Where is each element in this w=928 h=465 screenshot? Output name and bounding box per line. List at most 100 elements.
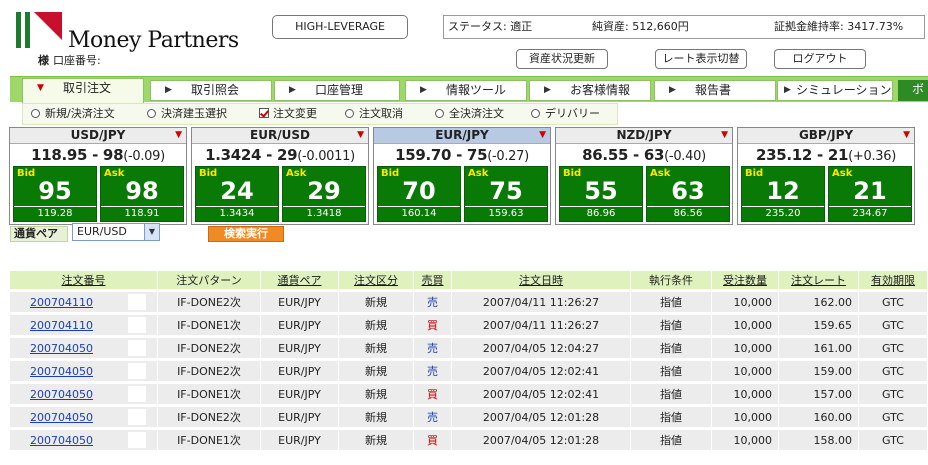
brand-name: Money Partners: [68, 28, 239, 53]
quantity: 10,000: [712, 315, 779, 335]
order-type: 新規: [339, 361, 414, 381]
logout-button[interactable]: ログアウト: [774, 49, 866, 69]
side: 買: [414, 315, 452, 335]
order-number-link[interactable]: 200704050: [30, 342, 93, 355]
dropdown-arrow-icon[interactable]: ▼: [539, 128, 546, 143]
expiry: GTC: [859, 361, 928, 381]
chevron-down-icon[interactable]: ▼: [144, 224, 159, 240]
tab-trade-order[interactable]: ▼ 取引注文: [22, 78, 144, 104]
side: 売: [414, 338, 452, 358]
order-number-link[interactable]: 200704110: [30, 296, 93, 309]
table-row[interactable]: 200704110 IF-DONE1次 EUR/JPY 新規 買 2007/04…: [10, 315, 928, 335]
tab-account-management[interactable]: ▶ 口座管理: [274, 80, 400, 101]
order-datetime: 2007/04/05 12:02:41: [452, 384, 631, 404]
tab-customer-info[interactable]: ▶ お客様情報: [529, 80, 651, 101]
bid-button[interactable]: Bid 12 235.20: [741, 166, 825, 222]
quantity: 10,000: [712, 361, 779, 381]
orders-table: 注文番号 注文パターン 通貨ペア 注文区分 売買 注文日時 執行条件 受注数量 …: [10, 268, 928, 453]
chevron-down-icon: ▼: [37, 83, 44, 93]
bid-button[interactable]: Bid 24 1.3434: [195, 166, 279, 222]
rate-panel-pair[interactable]: EUR/USD ▼: [192, 128, 368, 144]
submenu-modify-order[interactable]: 注文変更: [259, 106, 317, 122]
radio-icon: [531, 109, 540, 118]
currency-pair: EUR/JPY: [261, 361, 339, 381]
rate-quote: 159.70 - 75(-0.27): [395, 146, 529, 164]
col-order-rate[interactable]: 注文レート: [779, 271, 859, 289]
rate-panel-pair[interactable]: NZD/JPY ▼: [556, 128, 732, 144]
ask-button[interactable]: Ask 98 118.91: [100, 166, 184, 222]
dropdown-arrow-icon[interactable]: ▼: [903, 128, 910, 143]
col-currency-pair[interactable]: 通貨ペア: [261, 271, 339, 289]
currency-pair: EUR/JPY: [261, 338, 339, 358]
submenu-new-settle-order[interactable]: 新規/決済注文: [31, 106, 115, 122]
dropdown-arrow-icon[interactable]: ▼: [175, 128, 182, 143]
high-leverage-button[interactable]: HIGH-LEVERAGE: [272, 15, 408, 39]
order-type: 新規: [339, 407, 414, 427]
rate-panel-pair[interactable]: EUR/JPY ▼: [374, 128, 550, 144]
currency-pair: EUR/JPY: [261, 384, 339, 404]
order-number-link[interactable]: 200704050: [30, 434, 93, 447]
chevron-right-icon: ▶: [165, 85, 172, 95]
tab-reports[interactable]: ▶ 報告書: [654, 80, 776, 101]
dropdown-arrow-icon[interactable]: ▼: [721, 128, 728, 143]
table-row[interactable]: 200704110 IF-DONE2次 EUR/JPY 新規 売 2007/04…: [10, 292, 928, 312]
money-partners-logo-icon: [16, 12, 62, 48]
bid-button[interactable]: Bid 95 119.28: [13, 166, 97, 222]
pair-filter-label: 通貨ペア: [10, 226, 68, 242]
margin-ratio: 証拠金維持率: 3417.73%: [774, 20, 904, 33]
table-row[interactable]: 200704050 IF-DONE1次 EUR/JPY 新規 買 2007/04…: [10, 384, 928, 404]
col-order-datetime[interactable]: 注文日時: [452, 271, 631, 289]
order-number-link[interactable]: 200704050: [30, 411, 93, 424]
chevron-right-icon: ▶: [669, 85, 676, 95]
submenu-settle-all[interactable]: 全決済注文: [435, 106, 504, 122]
order-number-link[interactable]: 200704050: [30, 388, 93, 401]
submenu-select-position[interactable]: 決済建玉選択: [147, 106, 227, 122]
rate-display-toggle-button[interactable]: レート表示切替: [655, 49, 747, 69]
account-status-bar: ステータス: 適正 純資産: 512,660円 証拠金維持率: 3417.73%: [443, 15, 925, 39]
ask-button[interactable]: Ask 29 1.3418: [282, 166, 366, 222]
table-row[interactable]: 200704050 IF-DONE2次 EUR/JPY 新規 売 2007/04…: [10, 361, 928, 381]
order-type: 新規: [339, 338, 414, 358]
order-submenu: 新規/決済注文 決済建玉選択 注文変更 注文取消 全決済注文 デリバリー: [22, 103, 618, 125]
tab-simulation[interactable]: ▶ シミュレーション: [777, 80, 893, 101]
tab-info-tools[interactable]: ▶ 情報ツール: [405, 80, 527, 101]
ask-button[interactable]: Ask 63 86.56: [646, 166, 730, 222]
order-number-link[interactable]: 200704110: [30, 319, 93, 332]
submenu-delivery[interactable]: デリバリー: [531, 106, 600, 122]
ask-button[interactable]: Ask 75 159.63: [464, 166, 548, 222]
rate-panel-pair[interactable]: GBP/JPY ▼: [738, 128, 914, 144]
submenu-cancel-order[interactable]: 注文取消: [345, 106, 403, 122]
pair-filter-select[interactable]: EUR/USD ▼: [72, 223, 160, 241]
col-order-type[interactable]: 注文区分: [339, 271, 414, 289]
bid-button[interactable]: Bid 55 86.96: [559, 166, 643, 222]
checkmark-icon: [259, 108, 269, 118]
currency-pair: EUR/JPY: [261, 407, 339, 427]
col-order-number[interactable]: 注文番号: [10, 271, 158, 289]
side: 売: [414, 407, 452, 427]
col-side[interactable]: 売買: [414, 271, 452, 289]
search-button[interactable]: 検索実行: [208, 226, 284, 242]
quantity: 10,000: [712, 430, 779, 450]
order-number-link[interactable]: 200704050: [30, 365, 93, 378]
condition: 指値: [631, 430, 712, 450]
bid-button[interactable]: Bid 70 160.14: [377, 166, 461, 222]
table-row[interactable]: 200704050 IF-DONE2次 EUR/JPY 新規 売 2007/04…: [10, 338, 928, 358]
col-quantity[interactable]: 受注数量: [712, 271, 779, 289]
refresh-assets-button[interactable]: 資産状況更新: [516, 49, 608, 69]
rate-panel-eurusd: EUR/USD ▼ 1.3424 - 29(-0.0011) Bid 24 1.343…: [191, 127, 369, 225]
chevron-right-icon: ▶: [544, 85, 551, 95]
rate-panel-eurjpy: EUR/JPY ▼ 159.70 - 75(-0.27) Bid 70 160.14 …: [373, 127, 551, 225]
expiry: GTC: [859, 407, 928, 427]
chevron-right-icon: ▶: [784, 85, 791, 95]
rate-panel-pair[interactable]: USD/JPY ▼: [10, 128, 186, 144]
col-expiry[interactable]: 有効期限: [859, 271, 928, 289]
rate-quote: 118.95 - 98(-0.09): [31, 146, 165, 164]
tab-more[interactable]: ボ: [898, 80, 928, 101]
dropdown-arrow-icon[interactable]: ▼: [357, 128, 364, 143]
ask-button[interactable]: Ask 21 234.67: [828, 166, 912, 222]
order-rate: 161.00: [779, 338, 859, 358]
table-row[interactable]: 200704050 IF-DONE2次 EUR/JPY 新規 売 2007/04…: [10, 407, 928, 427]
chevron-right-icon: ▶: [420, 85, 427, 95]
tab-trade-inquiry[interactable]: ▶ 取引照会: [150, 80, 272, 101]
table-row[interactable]: 200704050 IF-DONE1次 EUR/JPY 新規 買 2007/04…: [10, 430, 928, 450]
